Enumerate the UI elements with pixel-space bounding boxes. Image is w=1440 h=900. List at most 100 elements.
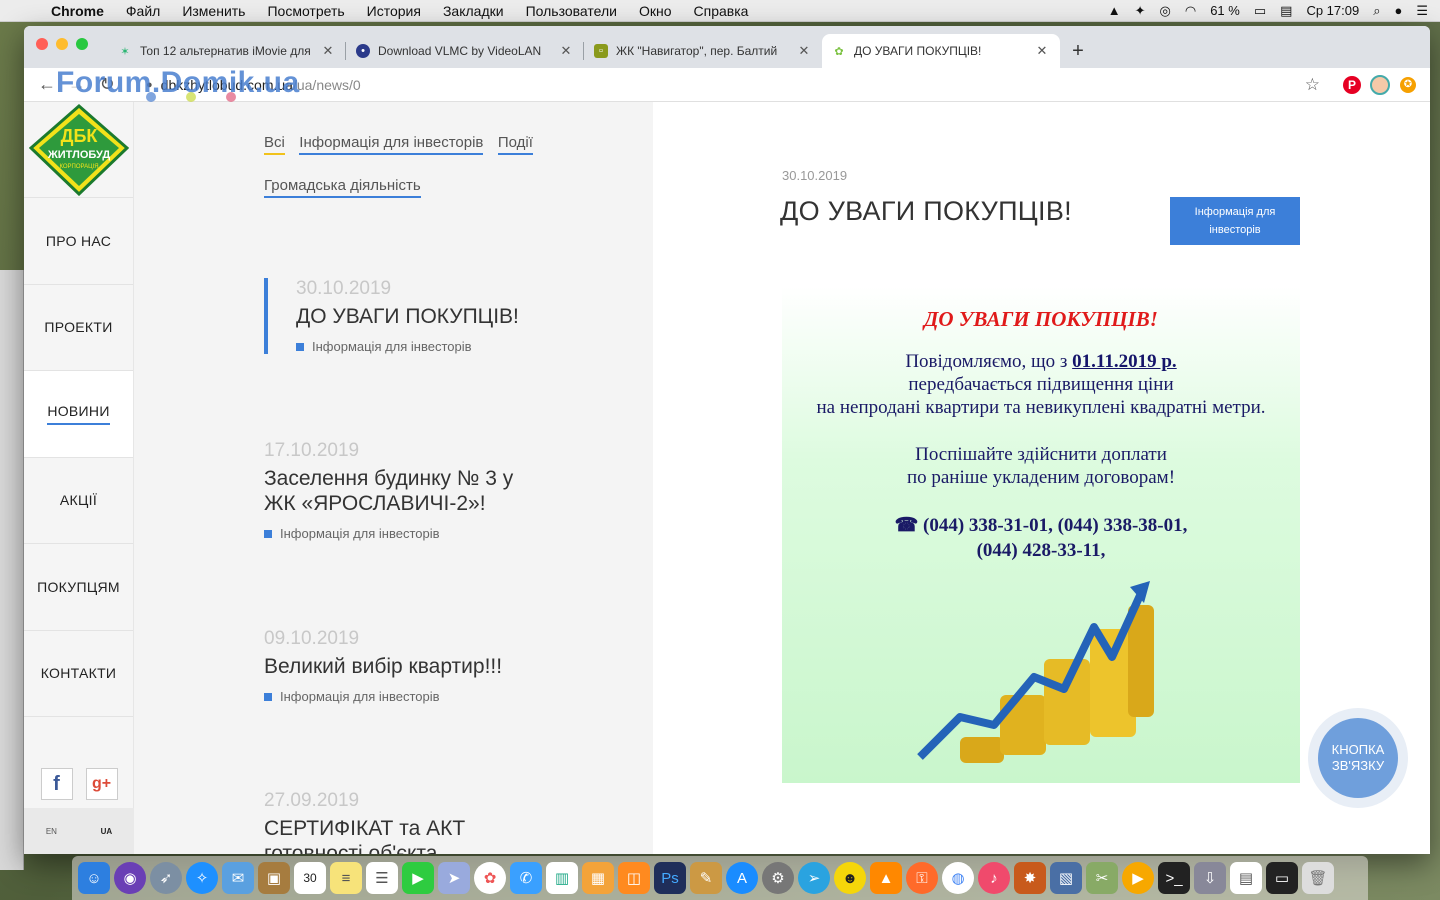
news-title[interactable]: ДО УВАГИ ПОКУПЦІВ! — [296, 304, 524, 329]
nav-item-news[interactable]: НОВИНИ — [24, 371, 133, 458]
filter-public-activity[interactable]: Громадська діяльність — [264, 177, 421, 198]
calendar-icon[interactable]: 30 — [294, 862, 326, 894]
contact-button[interactable]: КНОПКА ЗВ'ЯЗКУ — [1308, 708, 1408, 808]
google-plus-icon[interactable]: g+ — [85, 768, 118, 800]
notification-center-icon[interactable]: ☰ — [1416, 3, 1428, 19]
facetime-icon[interactable]: ▶ — [402, 862, 434, 894]
trash-icon[interactable]: 🗑 — [1302, 862, 1334, 894]
screenshot-stack-icon[interactable]: ▭ — [1266, 862, 1298, 894]
lang-ua[interactable]: UA — [101, 827, 113, 836]
emoji-app-icon[interactable]: ☻ — [834, 862, 866, 894]
itunes-icon[interactable]: ♪ — [978, 862, 1010, 894]
reload-icon[interactable]: ↻ — [92, 71, 122, 99]
browser-tab-active[interactable]: ✿ ДО УВАГИ ПОКУПЦІВ! ✕ — [822, 34, 1060, 68]
forward-arrow-icon[interactable]: → — [62, 71, 92, 99]
news-item[interactable]: 17.10.2019 Заселення будинку № 3 у ЖК «Я… — [264, 440, 524, 541]
siri-icon[interactable]: ◉ — [114, 862, 146, 894]
nav-item-promotions[interactable]: АКЦІЇ — [24, 458, 133, 544]
menu-item-window[interactable]: Окно — [628, 3, 683, 19]
firewall-icon[interactable]: ⚿ — [906, 862, 938, 894]
books-icon[interactable]: ◫ — [618, 862, 650, 894]
close-tab-icon[interactable]: ✕ — [320, 43, 336, 59]
spotlight-icon[interactable]: ⌕ — [1373, 3, 1380, 19]
news-category[interactable]: Інформація для інвесторів — [296, 339, 524, 354]
back-arrow-icon[interactable]: ← — [32, 71, 62, 99]
script-editor-icon[interactable]: ✂ — [1086, 862, 1118, 894]
keynote-icon[interactable]: ▦ — [582, 862, 614, 894]
menu-item-file[interactable]: Файл — [115, 3, 171, 19]
uninstaller-icon[interactable]: ✸ — [1014, 862, 1046, 894]
menu-item-users[interactable]: Пользователи — [515, 3, 628, 19]
menu-item-view[interactable]: Посмотреть — [256, 3, 355, 19]
article-category-button[interactable]: Інформація для інвесторів — [1170, 197, 1300, 245]
telegram-icon[interactable]: ➢ — [798, 862, 830, 894]
filter-all[interactable]: Всі — [264, 134, 285, 155]
news-title[interactable]: Заселення будинку № 3 у ЖК «ЯРОСЛАВИЧІ-2… — [264, 466, 524, 516]
lock-icon[interactable]: ● — [146, 79, 153, 91]
reminders-icon[interactable]: ☰ — [366, 862, 398, 894]
input-flag-icon[interactable]: ▤ — [1280, 3, 1292, 19]
extension-icon[interactable]: ✪ — [1394, 71, 1422, 99]
close-tab-icon[interactable]: ✕ — [558, 43, 574, 59]
terminal-icon[interactable]: >_ — [1158, 862, 1190, 894]
photoshop-icon[interactable]: Ps — [654, 862, 686, 894]
close-window-button[interactable] — [36, 38, 48, 50]
minimize-window-button[interactable] — [56, 38, 68, 50]
news-title[interactable]: СЕРТИФІКАТ та АКТ готовності об'єкта — [264, 816, 524, 854]
finder-icon[interactable]: ☺ — [78, 862, 110, 894]
numbers-icon[interactable]: ▥ — [546, 862, 578, 894]
close-tab-icon[interactable]: ✕ — [796, 43, 812, 59]
system-preferences-icon[interactable]: ⚙ — [762, 862, 794, 894]
nav-item-about[interactable]: ПРО НАС — [24, 198, 133, 285]
creative-cloud-icon[interactable]: ◎ — [1160, 3, 1171, 19]
menu-app-name[interactable]: Chrome — [40, 3, 115, 19]
browser-tab[interactable]: • Download VLMC by VideoLAN ✕ — [346, 34, 584, 68]
siri-icon[interactable]: ● — [1394, 3, 1402, 18]
safari-icon[interactable]: ✧ — [186, 862, 218, 894]
documents-stack-icon[interactable]: ▤ — [1230, 862, 1262, 894]
nav-item-contacts[interactable]: КОНТАКТИ — [24, 631, 133, 717]
browser-tab[interactable]: ▫ ЖК "Навигатор", пер. Балтий ✕ — [584, 34, 822, 68]
close-tab-icon[interactable]: ✕ — [1034, 43, 1050, 59]
browser-tab[interactable]: ✶ Топ 12 альтернатив iMovie для ✕ — [108, 34, 346, 68]
news-item[interactable]: 09.10.2019 Великий вибір квартир!!! Інфо… — [264, 628, 524, 704]
extension-status-icon[interactable]: ✦ — [1135, 3, 1146, 19]
zoom-window-button[interactable] — [76, 38, 88, 50]
news-item[interactable]: 27.09.2019 СЕРТИФІКАТ та АКТ готовності … — [264, 790, 524, 854]
chrome-icon[interactable]: ◍ — [942, 862, 974, 894]
menu-item-edit[interactable]: Изменить — [171, 3, 256, 19]
pinterest-extension-icon[interactable]: P — [1338, 71, 1366, 99]
wifi-icon[interactable]: ◠ — [1185, 3, 1196, 19]
site-logo[interactable]: ДБК ЖИТЛОБУД КОРПОРАЦІЯ — [24, 102, 133, 198]
brush-app-icon[interactable]: ✎ — [690, 862, 722, 894]
media-player-icon[interactable]: ▶ — [1122, 862, 1154, 894]
filter-investors[interactable]: Інформація для інвесторів — [299, 134, 484, 155]
launchpad-icon[interactable]: ➶ — [150, 862, 182, 894]
address-bar[interactable]: ● dbkzhytlobud.com.ua/ua/news/0 ☆ — [130, 70, 1330, 99]
news-item[interactable]: 30.10.2019 ДО УВАГИ ПОКУПЦІВ! Інформація… — [264, 278, 524, 354]
messages-icon[interactable]: ✆ — [510, 862, 542, 894]
nav-item-projects[interactable]: ПРОЕКТИ — [24, 285, 133, 371]
nav-item-buyers[interactable]: ПОКУПЦЯМ — [24, 544, 133, 631]
new-tab-button[interactable]: + — [1060, 34, 1096, 68]
lang-en[interactable]: EN — [46, 827, 57, 836]
menu-item-history[interactable]: История — [356, 3, 432, 19]
menu-item-bookmarks[interactable]: Закладки — [432, 3, 515, 19]
clock[interactable]: Ср 17:09 — [1306, 3, 1359, 18]
vlc-icon[interactable]: ▲ — [870, 862, 902, 894]
profile-avatar[interactable] — [1366, 71, 1394, 99]
maps-icon[interactable]: ➤ — [438, 862, 470, 894]
preview-icon[interactable]: ▧ — [1050, 862, 1082, 894]
bookmark-star-icon[interactable]: ☆ — [1305, 75, 1320, 95]
downloads-stack-icon[interactable]: ⇩ — [1194, 862, 1226, 894]
app-store-icon[interactable]: A — [726, 862, 758, 894]
vlc-status-icon[interactable]: ▲ — [1108, 3, 1121, 18]
news-category[interactable]: Інформація для інвесторів — [264, 526, 524, 541]
contacts-icon[interactable]: ▣ — [258, 862, 290, 894]
news-title[interactable]: Великий вибір квартир!!! — [264, 654, 524, 679]
photos-icon[interactable]: ✿ — [474, 862, 506, 894]
menu-item-help[interactable]: Справка — [683, 3, 760, 19]
mail-icon[interactable]: ✉ — [222, 862, 254, 894]
news-category[interactable]: Інформація для інвесторів — [264, 689, 524, 704]
filter-events[interactable]: Події — [497, 134, 533, 155]
